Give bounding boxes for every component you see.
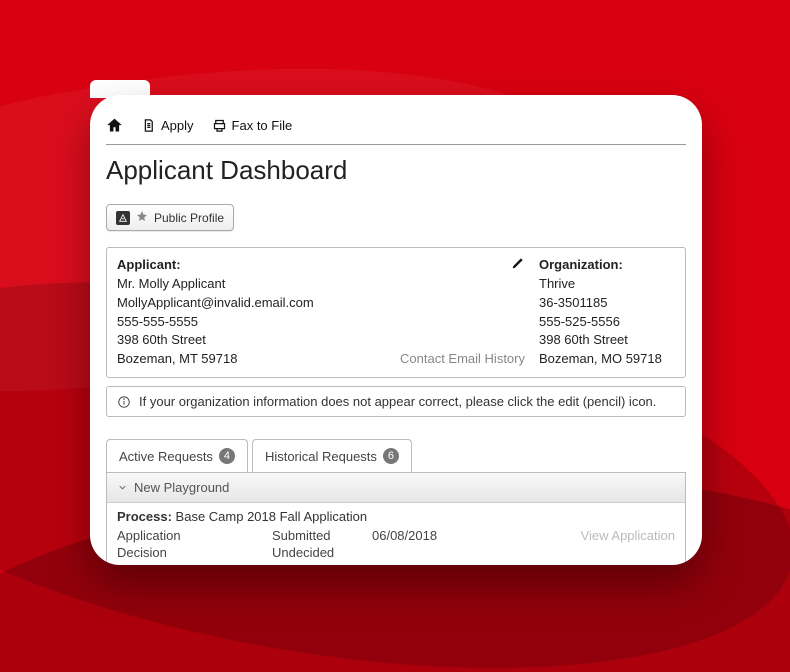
request-tabs: Active Requests 4 Historical Requests 6 bbox=[106, 439, 686, 473]
organization-citystate: Bozeman, MO 59718 bbox=[539, 350, 675, 369]
request-accordion-header[interactable]: New Playground bbox=[106, 473, 686, 503]
applicant-citystate: Bozeman, MT 59718 bbox=[117, 350, 385, 369]
pencil-icon bbox=[511, 256, 525, 270]
tab-historical-count: 6 bbox=[383, 448, 399, 464]
stage-application-label: Application bbox=[117, 528, 272, 543]
info-notice-text: If your organization information does no… bbox=[139, 394, 656, 409]
applicant-email: MollyApplicant@invalid.email.com bbox=[117, 294, 385, 313]
request-body: Process: Base Camp 2018 Fall Application… bbox=[106, 503, 686, 565]
organization-heading: Organization: bbox=[539, 256, 675, 275]
applicant-block: Applicant: Mr. Molly Applicant MollyAppl… bbox=[117, 256, 385, 369]
edit-button[interactable] bbox=[511, 258, 525, 273]
stage-decision-status: Undecided bbox=[272, 545, 372, 560]
chevron-down-icon bbox=[117, 482, 128, 493]
organization-street: 398 60th Street bbox=[539, 331, 675, 350]
stage-application-status: Submitted bbox=[272, 528, 372, 543]
public-profile-label: Public Profile bbox=[154, 211, 224, 225]
page-title: Applicant Dashboard bbox=[90, 145, 702, 200]
document-icon bbox=[141, 118, 156, 133]
organization-block: Organization: Thrive 36-3501185 555-525-… bbox=[525, 256, 675, 369]
organization-phone: 555-525-5556 bbox=[539, 313, 675, 332]
star-icon bbox=[136, 210, 148, 225]
fax-icon bbox=[212, 118, 227, 133]
tab-active-requests[interactable]: Active Requests 4 bbox=[106, 439, 248, 472]
app-window: Apply Fax to File Applicant Dashboard Pu… bbox=[90, 95, 702, 565]
guidestar-icon bbox=[116, 211, 130, 225]
contact-email-history-link[interactable]: Contact Email History bbox=[400, 350, 525, 369]
tab-historical-label: Historical Requests bbox=[265, 449, 377, 464]
organization-name: Thrive bbox=[539, 275, 675, 294]
contact-panel: Applicant: Mr. Molly Applicant MollyAppl… bbox=[106, 247, 686, 378]
applicant-name: Mr. Molly Applicant bbox=[117, 275, 385, 294]
tab-active-count: 4 bbox=[219, 448, 235, 464]
process-label: Process: bbox=[117, 509, 172, 524]
home-link[interactable] bbox=[106, 117, 123, 134]
organization-ein: 36-3501185 bbox=[539, 294, 675, 313]
fax-link[interactable]: Fax to File bbox=[212, 118, 293, 133]
stage-application-date: 06/08/2018 bbox=[372, 528, 492, 543]
applicant-street: 398 60th Street bbox=[117, 331, 385, 350]
stage-decision-label: Decision bbox=[117, 545, 272, 560]
request-title: New Playground bbox=[134, 480, 229, 495]
apply-link[interactable]: Apply bbox=[141, 118, 194, 133]
applicant-phone: 555-555-5555 bbox=[117, 313, 385, 332]
view-application-link[interactable]: View Application bbox=[492, 528, 675, 543]
apply-label: Apply bbox=[161, 118, 194, 133]
tab-historical-requests[interactable]: Historical Requests 6 bbox=[252, 439, 412, 472]
fax-label: Fax to File bbox=[232, 118, 293, 133]
info-notice: If your organization information does no… bbox=[106, 386, 686, 417]
applicant-heading: Applicant: bbox=[117, 256, 385, 275]
home-icon bbox=[106, 117, 123, 134]
top-nav: Apply Fax to File bbox=[90, 113, 702, 144]
tab-active-label: Active Requests bbox=[119, 449, 213, 464]
process-value: Base Camp 2018 Fall Application bbox=[176, 509, 368, 524]
info-icon bbox=[117, 395, 131, 409]
public-profile-button[interactable]: Public Profile bbox=[106, 204, 234, 231]
